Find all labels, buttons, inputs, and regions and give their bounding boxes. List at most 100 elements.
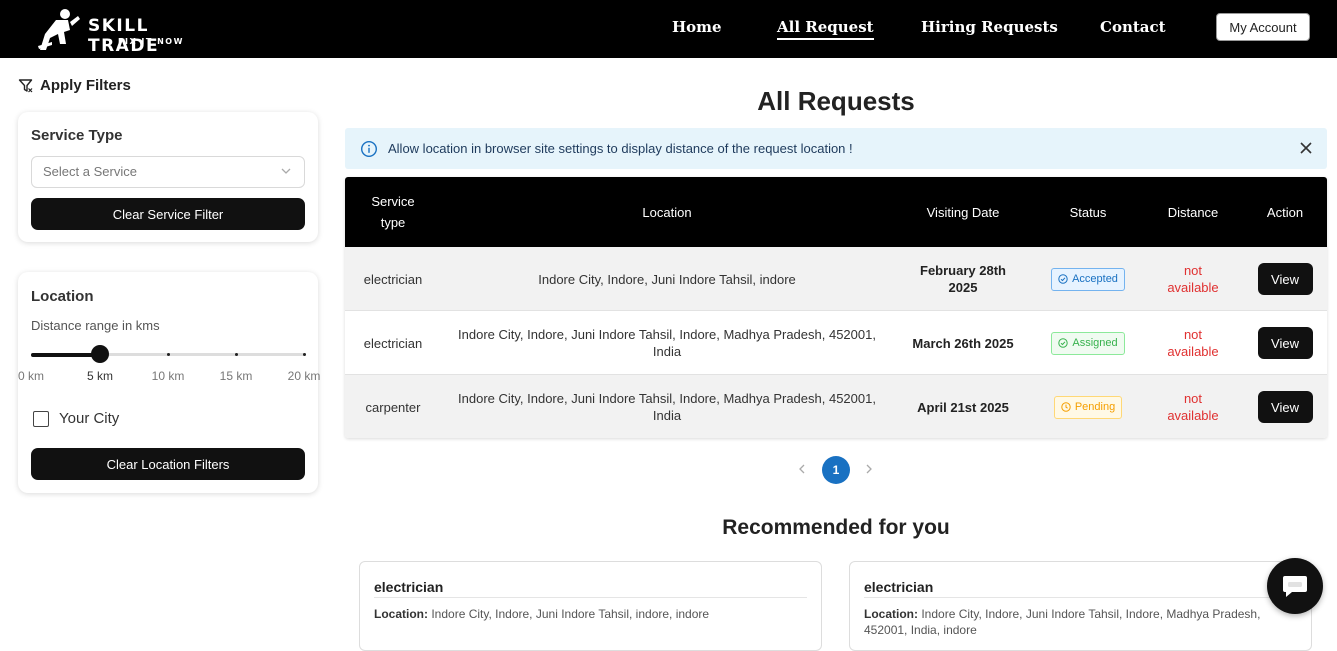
location-value: Indore City, Indore, Juni Indore Tahsil,… [431,607,710,621]
brand-logo[interactable]: SKILL TRADE FIX IT NOW [36,6,216,56]
my-account-button[interactable]: My Account [1216,13,1310,41]
location-alert: Allow location in browser site settings … [345,128,1327,169]
close-icon[interactable] [1299,141,1313,155]
cell-status: Assigned [1033,311,1143,375]
service-type-card: Service Type Select a Service Clear Serv… [18,112,318,242]
service-type-title: Service Type [31,127,123,144]
distance-slider-track [31,353,100,357]
slider-mark-dot [303,353,306,356]
cell-location: Indore City, Indore, Juni Indore Tahsil,… [458,391,876,423]
chevron-down-icon [281,168,291,174]
nav-all-request[interactable]: All Request [777,18,874,40]
status-label: Pending [1074,400,1116,413]
cell-action: View [1243,247,1327,311]
apply-filters-heading: Apply Filters [18,77,131,94]
chat-button[interactable] [1267,558,1323,614]
header-distance: Distance [1167,204,1219,220]
check-circle-icon [1058,274,1068,284]
slider-mark-dot [167,353,170,356]
clear-location-filters-button[interactable]: Clear Location Filters [31,448,305,480]
slider-mark-dot [235,353,238,356]
view-button[interactable]: View [1257,263,1313,295]
requests-table: Service type Location Visiting Date Stat… [345,177,1327,438]
location-title: Location [31,288,94,305]
cell-status: Accepted [1033,247,1143,311]
header-service-type: Service type [345,177,441,247]
recommended-service: electrician [374,579,444,595]
table-row: electrician Indore City, Indore, Juni In… [345,247,1327,311]
clear-service-filter-button[interactable]: Clear Service Filter [31,198,305,230]
cell-action: View [1243,311,1327,375]
service-select[interactable]: Select a Service [31,156,305,188]
slider-mark-5: 5 km [86,369,114,383]
table-row: carpenter Indore City, Indore, Juni Indo… [345,375,1327,438]
chat-icon [1283,576,1307,597]
cell-action: View [1243,375,1327,438]
check-circle-icon [1058,338,1069,348]
cell-distance: not available [1167,391,1219,423]
page-number-button[interactable]: 1 [822,456,850,484]
header-service-type-label: Service type [371,194,415,230]
distance-slider-handle[interactable] [90,345,109,363]
cell-distance: not available [1167,327,1219,359]
nav-contact[interactable]: Contact [1100,18,1166,36]
recommended-service: electrician [864,579,934,595]
header-status: Status [1069,204,1107,220]
worker-logo-icon [38,9,80,50]
your-city-checkbox[interactable]: Your City [33,410,119,427]
nav-home[interactable]: Home [672,18,722,36]
cell-date: March 26th 2025 [912,335,1014,351]
view-button[interactable]: View [1257,327,1313,359]
status-label: Assigned [1072,336,1118,349]
header-location: Location [642,204,692,220]
cell-status: Pending [1033,375,1143,438]
info-icon [360,140,378,158]
cell-date: April 21st 2025 [917,399,1009,415]
card-divider [864,597,1297,598]
card-divider [374,597,807,598]
alert-message: Allow location in browser site settings … [388,141,853,156]
cell-location: Indore City, Indore, Juni Indore Tahsil,… [458,327,876,359]
location-value: Indore City, Indore, Juni Indore Tahsil,… [864,607,1261,637]
status-badge: Pending [1053,395,1123,419]
brand-title: SKILL TRADE [88,16,160,56]
distance-range-label: Distance range in kms [31,318,160,333]
recommended-title: Recommended for you [722,516,950,539]
header-action: Action [1266,204,1304,220]
location-label: Location: [864,607,918,621]
prev-page-icon[interactable] [797,463,807,475]
clock-icon [1061,402,1071,412]
status-badge: Accepted [1051,267,1125,291]
table-row: electrician Indore City, Indore, Juni In… [345,311,1327,375]
slider-mark-0: 0 km [17,369,45,383]
brand-subtitle: FIX IT NOW [118,37,184,46]
view-button[interactable]: View [1257,391,1313,423]
status-badge: Assigned [1051,331,1125,355]
recommended-location: Location: Indore City, Indore, Juni Indo… [864,606,1297,638]
recommended-card[interactable]: electrician Location: Indore City, Indor… [359,561,822,651]
next-page-icon[interactable] [864,463,874,475]
cell-date: February 28th 2025 [920,263,1006,295]
status-label: Accepted [1072,272,1118,285]
location-label: Location: [374,607,428,621]
cell-service: electrician [363,271,423,287]
header-visiting-date: Visiting Date [926,204,1000,220]
cell-location: Indore City, Indore, Juni Indore Tahsil,… [538,271,796,287]
slider-mark-20: 20 km [287,369,321,383]
location-card: Location Distance range in kms 0 km 5 km… [17,272,321,493]
service-select-placeholder: Select a Service [43,164,137,179]
filter-icon [18,78,33,92]
slider-mark-15: 15 km [219,369,253,383]
nav-hiring-requests[interactable]: Hiring Requests [921,18,1058,36]
cell-distance: not available [1167,263,1219,295]
recommended-location: Location: Indore City, Indore, Juni Indo… [374,606,807,622]
your-city-label: Your City [59,410,120,427]
slider-mark-10: 10 km [151,369,185,383]
cell-service: electrician [363,335,423,351]
table-header: Service type Location Visiting Date Stat… [345,177,1327,247]
page-title: All Requests [757,86,915,116]
checkbox-box[interactable] [33,410,49,427]
apply-filters-label: Apply Filters [40,77,131,94]
recommended-card[interactable]: electrician Location: Indore City, Indor… [849,561,1312,651]
cell-service: carpenter [365,399,421,415]
